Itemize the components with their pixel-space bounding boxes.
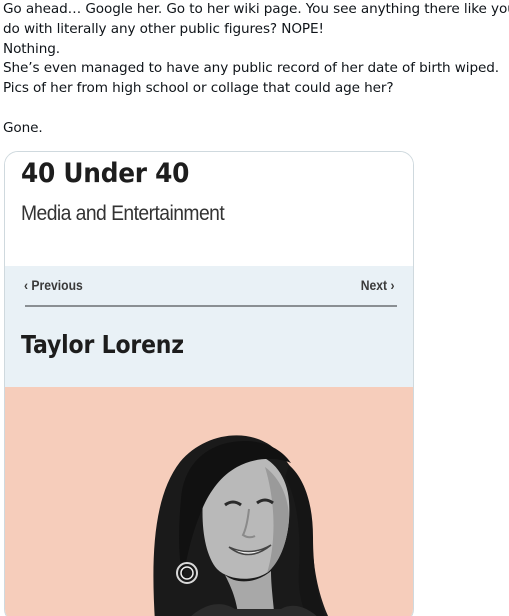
tweet-text: Go ahead… Google her. Go to her wiki pag…: [3, 0, 509, 139]
tweet-line: do with literally any other public figur…: [3, 20, 324, 37]
portrait-photo: [5, 387, 413, 616]
portrait-photo-icon: [153, 435, 329, 616]
tweet-line: Pics of her from high school or collage …: [3, 80, 394, 97]
person-name: Taylor Lorenz: [21, 330, 184, 359]
next-link[interactable]: Next ›: [361, 278, 395, 293]
tweet-line-blank: [3, 99, 507, 119]
nav-divider: [25, 305, 397, 307]
list-title: 40 Under 40: [21, 158, 190, 189]
tweet-line: Nothing.: [3, 40, 60, 57]
tweet-line: She’s even managed to have any public re…: [3, 60, 500, 77]
list-subtitle: Media and Entertainment: [21, 202, 225, 225]
tweet-line: Go ahead… Google her. Go to her wiki pag…: [3, 1, 509, 17]
previous-link[interactable]: ‹ Previous: [24, 278, 83, 293]
tweet-media-image[interactable]: 40 Under 40 Media and Entertainment ‹ Pr…: [4, 151, 414, 616]
tweet-line: Gone.: [3, 119, 43, 136]
media-header: 40 Under 40 Media and Entertainment: [5, 152, 413, 266]
